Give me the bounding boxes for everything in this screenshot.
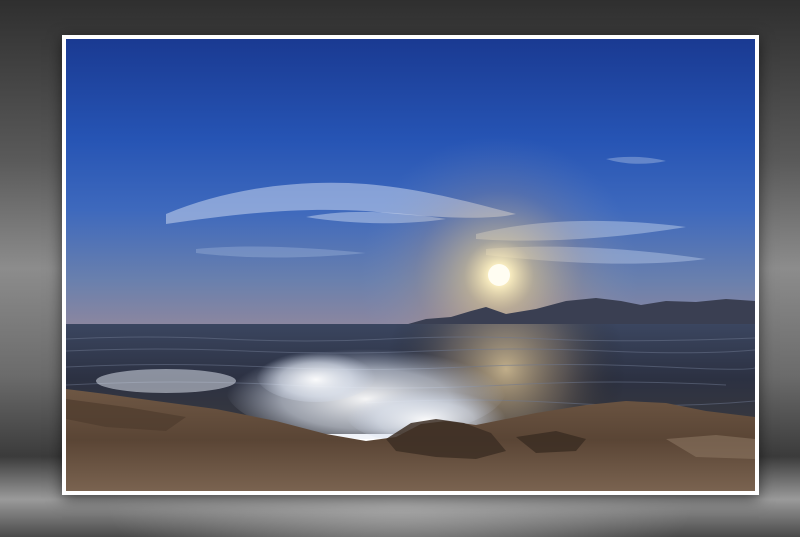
seascape-photo	[66, 39, 755, 491]
photo-frame	[62, 35, 759, 495]
sun	[488, 264, 510, 286]
